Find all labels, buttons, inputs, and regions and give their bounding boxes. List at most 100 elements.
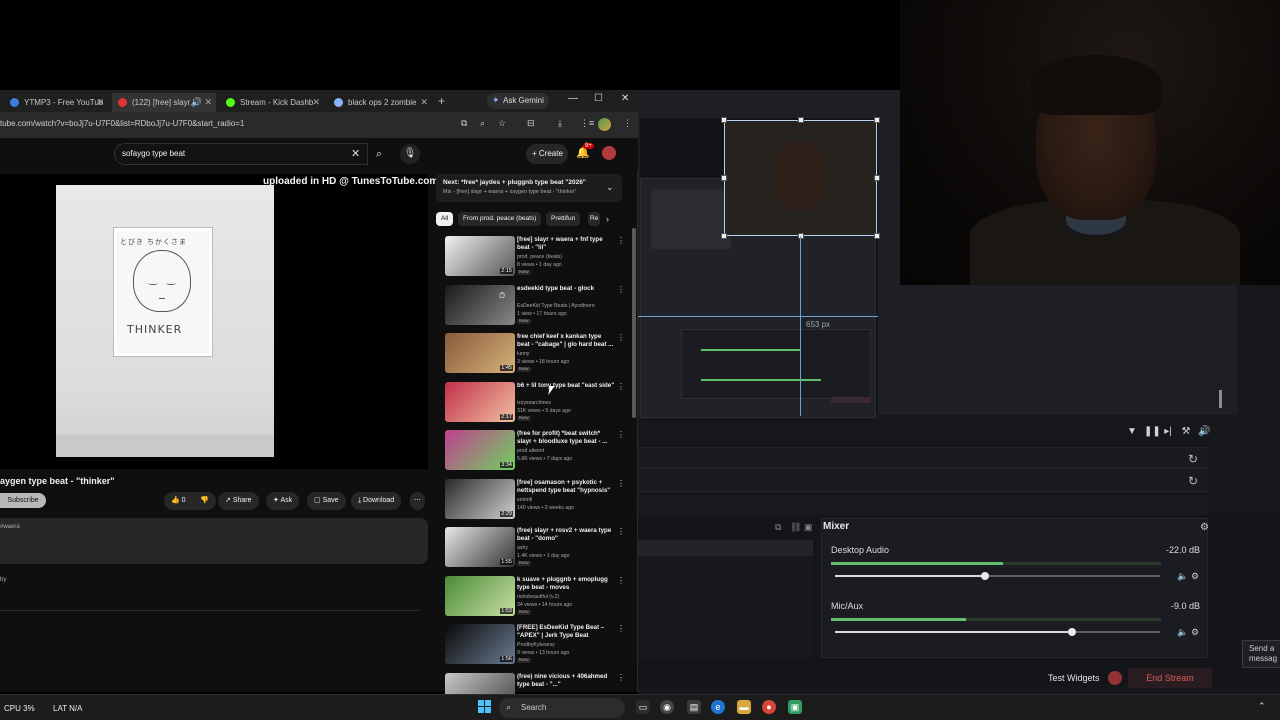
avatar[interactable] (602, 146, 616, 160)
video-thumbnail[interactable]: 3:34 (445, 430, 515, 470)
skip-icon[interactable]: ▸| (1162, 426, 1174, 438)
speaker-icon[interactable]: 🔊 (191, 97, 202, 108)
channel-name[interactable]: ProdbyKykearsy (517, 642, 555, 648)
obs-list-row[interactable]: ↻ (638, 470, 1208, 492)
kebab-menu-icon[interactable]: ⋮ (623, 118, 632, 129)
tab-search-icon[interactable]: ⊟ (527, 118, 535, 129)
video-title[interactable]: b6 + lil tony type beat "east side" (517, 382, 615, 390)
description-box[interactable] (0, 518, 428, 564)
video-thumbnail[interactable]: 1:56 (445, 624, 515, 664)
pause-icon[interactable]: ❚❚ (1144, 426, 1161, 438)
video-thumbnail[interactable]: 1:55 (445, 527, 515, 567)
related-video-item[interactable]: 2:17 b6 + lil tony type beat "east side" i… (437, 381, 627, 430)
share-button[interactable]: ↗ Share (218, 492, 259, 510)
chip-all[interactable]: All (436, 212, 454, 226)
tab-ytmp3[interactable]: YTMP3 - Free YouTub ✕ (4, 93, 108, 112)
related-video-item[interactable]: 1:55 (free) slayr + rosv2 + waera type be… (437, 527, 627, 575)
search-icon[interactable]: ⌕ (368, 143, 390, 165)
edge-icon[interactable]: e (711, 700, 725, 714)
microphone-icon[interactable]: 🎙 (400, 144, 420, 164)
channel-name[interactable]: prod.alieent (517, 448, 544, 454)
chip-from-channel[interactable]: From prod. peace (beats) (458, 212, 542, 226)
video-thumbnail[interactable]: 2:17 (445, 381, 515, 422)
more-icon[interactable]: ⋮ (617, 430, 625, 439)
related-video-item[interactable]: 2:15 [free] slayr + waera + fnf type beat… (437, 236, 627, 284)
channel-name[interactable]: ashy (517, 545, 528, 551)
video-thumbnail[interactable]: 2:29 (445, 478, 515, 519)
download-icon[interactable]: ⤓ (558, 118, 562, 129)
chevron-up-icon[interactable]: ⌃ (1258, 701, 1266, 712)
chip-more[interactable]: Re (588, 212, 600, 226)
cast-icon[interactable]: ⧉ (461, 118, 467, 129)
related-video-item[interactable]: 1:56 [FREE] EsDeeKid Type Beat – "APEX" |… (437, 624, 627, 672)
test-widgets-button[interactable]: Test Widgets (1048, 673, 1100, 683)
chrome-icon[interactable]: ● (762, 700, 776, 714)
save-button[interactable]: ▢ Save (307, 492, 346, 510)
gear-icon[interactable]: ⚙ (1191, 627, 1199, 638)
mic-aux-volume-slider[interactable] (835, 628, 1160, 636)
video-title[interactable]: [free] osamason + psykotic + nettspend t… (517, 479, 615, 495)
dock-icon[interactable]: ⧉ (775, 522, 781, 533)
refresh-icon[interactable]: ↻ (1188, 474, 1198, 488)
more-icon[interactable]: ⋮ (617, 236, 625, 245)
gear-icon[interactable]: ⚙ (1200, 522, 1209, 533)
close-icon[interactable]: ✕ (312, 97, 320, 108)
tab-kick[interactable]: Stream - Kick Dashb ✕ (220, 93, 324, 112)
create-button[interactable]: + Create (526, 144, 568, 164)
related-video-item[interactable]: 3:34 (free for profit) *beat switch* slay… (437, 430, 627, 478)
minimize-icon[interactable]: — (568, 93, 578, 104)
description-hashtag[interactable]: #waera (0, 524, 20, 530)
related-video-item[interactable]: 1:45 free chief keef x kankan type beat -… (437, 333, 627, 381)
related-video-item[interactable]: 2:29 [free] osamason + psykotic + nettspe… (437, 478, 627, 527)
taskbar-search[interactable]: ⌕ Search (499, 698, 625, 718)
ask-gemini-button[interactable]: ✦ Ask Gemini (487, 93, 549, 109)
obs-scrollbar[interactable] (1219, 390, 1222, 408)
more-icon[interactable]: ⋮ (617, 576, 625, 585)
more-icon[interactable]: ⋮ (617, 333, 625, 342)
video-title[interactable]: free chief keef x kankan type beat - "ca… (517, 333, 615, 349)
url-field[interactable]: tube.com/watch?v=boJj7u-U7F0&list=RDboJj… (0, 119, 244, 128)
video-title[interactable]: esdeekid type beat - glock (517, 285, 615, 293)
close-icon[interactable]: ✕ (96, 97, 104, 108)
more-icon[interactable]: ⋮ (617, 285, 625, 294)
extensions-icon[interactable]: ⋮≡ (580, 118, 594, 129)
new-tab-button[interactable]: + (438, 94, 445, 108)
close-icon[interactable]: ✕ (204, 97, 212, 108)
more-icon[interactable]: ⋮ (617, 479, 625, 488)
close-icon[interactable]: ✕ (420, 97, 428, 108)
zoom-icon[interactable]: ⌕ (480, 118, 485, 129)
channel-name[interactable]: prod. peace (beats) (517, 254, 562, 260)
maximize-icon[interactable]: ☐ (594, 93, 603, 104)
more-icon[interactable]: ⋮ (617, 527, 625, 536)
download-button[interactable]: ⤓ Download (351, 492, 402, 510)
video-title[interactable]: [free] slayr + waera + fnf type beat - "… (517, 236, 615, 252)
dislike-button[interactable]: 👎 (193, 492, 216, 510)
video-title[interactable]: (free) slayr + rosv2 + waera type beat -… (517, 527, 615, 543)
clear-icon[interactable]: ✕ (351, 147, 360, 160)
video-thumbnail[interactable]: 1:53 (445, 575, 515, 616)
channel-name[interactable]: rishobeautiful (v.2) (517, 594, 559, 600)
ask-button[interactable]: ✦ Ask (266, 492, 300, 510)
end-stream-button[interactable]: End Stream (1128, 668, 1212, 688)
like-button[interactable]: 👍 0 (164, 492, 193, 510)
file-explorer-icon[interactable]: ▬ (737, 700, 751, 714)
channel-name[interactable]: izzysearchines (517, 400, 551, 406)
clock-icon[interactable]: ⏱ (499, 291, 505, 301)
obs-list-row[interactable]: ↻ (638, 447, 1208, 469)
tools-icon[interactable]: ⚒ (1180, 426, 1192, 438)
filter-icon[interactable]: ▼ (1126, 426, 1138, 438)
obs-studio-icon[interactable]: ▣ (788, 700, 802, 714)
channel-name[interactable]: setoriti (517, 497, 532, 503)
volume-icon[interactable]: 🔊 (1198, 426, 1210, 438)
star-icon[interactable]: ☆ (498, 118, 506, 129)
video-thumbnail[interactable]: 1:45 (445, 333, 515, 373)
video-title[interactable]: [FREE] EsDeeKid Type Beat – "APEX" | Jer… (517, 624, 615, 640)
widgets-icon[interactable]: ▤ (687, 700, 701, 714)
close-icon[interactable]: ✕ (621, 93, 629, 104)
gear-icon[interactable]: ⚙ (1191, 571, 1199, 582)
channel-name[interactable]: EsDeeKid Type Beats | Ayodinero (517, 303, 595, 309)
video-title[interactable]: (free) nine vicious + 406ahmed type beat… (517, 673, 615, 689)
volume-knob[interactable] (980, 572, 989, 580)
more-icon[interactable]: ⋮ (617, 382, 625, 391)
more-icon[interactable]: ⋮ (617, 624, 625, 633)
